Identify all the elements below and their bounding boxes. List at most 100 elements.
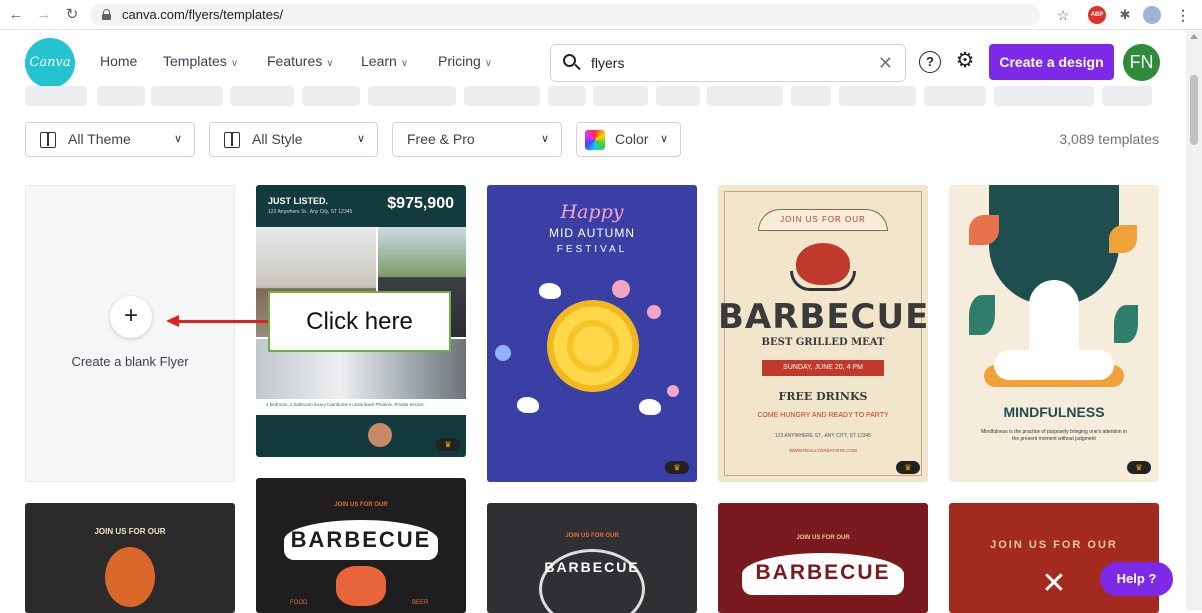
reload-icon[interactable]: ↻ bbox=[62, 5, 82, 25]
category-chip[interactable] bbox=[151, 86, 223, 106]
template-card-mindfulness[interactable]: MINDFULNESS Mindfulness is the practice … bbox=[949, 185, 1159, 482]
search-value[interactable]: flyers bbox=[591, 55, 624, 71]
profile-avatar-icon[interactable] bbox=[1143, 6, 1161, 24]
card-title: MINDFULNESS bbox=[1003, 404, 1105, 420]
theme-filter[interactable]: All Theme ∨ bbox=[25, 122, 195, 157]
rabbit-illustration bbox=[639, 399, 661, 415]
category-chip[interactable] bbox=[230, 86, 294, 106]
lock-icon bbox=[102, 9, 111, 20]
template-card-mid-autumn[interactable]: Happy MID AUTUMN FESTIVAL ♛ bbox=[487, 185, 697, 482]
rabbit-illustration bbox=[539, 283, 561, 299]
flower-decoration bbox=[667, 385, 679, 397]
clear-icon[interactable]: ✕ bbox=[878, 53, 893, 74]
chevron-down-icon: ∨ bbox=[400, 58, 409, 69]
canva-logo[interactable]: Canva bbox=[25, 38, 75, 88]
search-icon bbox=[563, 54, 581, 72]
browser-toolbar: ← → ↻ canva.com/flyers/templates/ ☆ ABP … bbox=[0, 0, 1202, 30]
crown-icon: ♛ bbox=[896, 461, 920, 474]
scroll-thumb[interactable] bbox=[1190, 75, 1198, 145]
leaf-decoration bbox=[969, 215, 999, 245]
flower-decoration bbox=[647, 305, 661, 319]
category-chip[interactable] bbox=[707, 86, 783, 106]
url-text[interactable]: canva.com/flyers/templates/ bbox=[122, 7, 283, 22]
category-chip[interactable] bbox=[25, 86, 87, 106]
card-address: 123 ANYWHERE ST., ANY CITY, ST 12345 bbox=[774, 433, 872, 439]
template-card-barbecue[interactable]: JOIN US FOR OUR BARBECUE BEST GRILLED ME… bbox=[718, 185, 928, 482]
template-card-bbq-dark[interactable]: JOIN US FOR OUR bbox=[25, 503, 235, 613]
flower-decoration bbox=[612, 280, 630, 298]
chevron-down-icon: ∨ bbox=[326, 58, 334, 69]
category-chip[interactable] bbox=[1102, 86, 1152, 106]
help-circle-icon[interactable]: ? bbox=[919, 51, 941, 73]
crown-icon: ♛ bbox=[436, 438, 460, 451]
crown-icon: ♛ bbox=[1127, 461, 1151, 474]
star-icon[interactable]: ☆ bbox=[1054, 6, 1072, 24]
card-title: BARBECUE bbox=[290, 527, 432, 552]
category-chip[interactable] bbox=[464, 86, 540, 106]
avatar[interactable]: FN bbox=[1123, 44, 1160, 81]
category-chips bbox=[25, 86, 1165, 106]
search-input[interactable]: flyers ✕ bbox=[550, 44, 906, 82]
plus-icon[interactable]: + bbox=[110, 296, 152, 338]
scrollbar[interactable] bbox=[1186, 31, 1202, 610]
create-blank-flyer-card[interactable]: + Create a blank Flyer bbox=[25, 185, 235, 482]
color-filter[interactable]: Color ∨ bbox=[576, 122, 681, 157]
card-banner: JOIN US FOR OUR bbox=[990, 539, 1118, 551]
card-address: 123 Anywhere St., Any City, ST 12345 bbox=[268, 209, 353, 215]
annotation-arrow bbox=[178, 320, 268, 323]
card-header-band: JUST LISTED. 123 Anywhere St., Any City,… bbox=[256, 185, 466, 227]
category-chip[interactable] bbox=[97, 86, 145, 106]
card-website: WWW.REALLYGREATSITE.COM bbox=[789, 448, 857, 453]
category-chip[interactable] bbox=[548, 86, 586, 106]
adblock-icon[interactable]: ABP bbox=[1088, 6, 1106, 24]
kebab-menu-icon[interactable]: ⋮ bbox=[1174, 6, 1192, 24]
scroll-up-arrow-icon[interactable] bbox=[1190, 34, 1198, 39]
chevron-down-icon: ∨ bbox=[230, 58, 239, 69]
grill-bowl-icon bbox=[790, 271, 856, 291]
price-filter[interactable]: Free & Pro ∨ bbox=[392, 122, 562, 157]
template-card-bbq-maroon[interactable]: JOIN US FOR OUR BARBECUE bbox=[718, 503, 928, 613]
card-heading: JUST LISTED. bbox=[268, 196, 329, 206]
nav-features[interactable]: Features ∨ bbox=[267, 53, 334, 69]
chevron-down-icon: ∨ bbox=[659, 133, 668, 145]
card-title: BARBECUE bbox=[718, 297, 928, 337]
card-subtitle: FESTIVAL bbox=[556, 244, 628, 255]
category-chip[interactable] bbox=[656, 86, 700, 106]
card-tagline: COME HUNGRY AND READY TO PARTY bbox=[757, 412, 889, 419]
card-beer-label: BEER bbox=[412, 600, 429, 606]
leaf-decoration bbox=[1109, 225, 1137, 253]
template-card-bbq-gray[interactable]: JOIN US FOR OUR BARBECUE bbox=[487, 503, 697, 613]
category-chip[interactable] bbox=[924, 86, 986, 106]
card-banner: JOIN US FOR OUR bbox=[94, 527, 166, 536]
address-bar[interactable]: canva.com/flyers/templates/ bbox=[90, 4, 1040, 26]
puzzle-icon[interactable]: ✱ bbox=[1116, 6, 1134, 24]
create-design-button[interactable]: Create a design bbox=[989, 44, 1114, 80]
card-title: MID AUTUMN bbox=[549, 226, 635, 240]
nav-pricing[interactable]: Pricing ∨ bbox=[438, 53, 492, 69]
category-chip[interactable] bbox=[791, 86, 831, 106]
card-food-label: FOOD bbox=[290, 600, 308, 606]
layout-icon bbox=[40, 132, 56, 148]
template-card-bbq-chef[interactable]: JOIN US FOR OUR BARBECUE FOOD BEER bbox=[256, 478, 466, 613]
template-card-bbq-red[interactable]: JOIN US FOR OUR ✕ bbox=[949, 503, 1159, 613]
category-chip[interactable] bbox=[994, 86, 1094, 106]
nav-home[interactable]: Home bbox=[100, 53, 137, 69]
forward-arrow-icon[interactable]: → bbox=[34, 5, 54, 25]
category-chip[interactable] bbox=[302, 86, 360, 106]
annotation-arrow-head bbox=[166, 315, 179, 327]
back-arrow-icon[interactable]: ← bbox=[6, 5, 26, 25]
color-swatch-icon bbox=[585, 130, 605, 150]
help-button[interactable]: Help ? bbox=[1100, 562, 1173, 596]
chevron-down-icon: ∨ bbox=[173, 133, 182, 145]
category-chip[interactable] bbox=[368, 86, 456, 106]
figure-legs bbox=[994, 350, 1114, 380]
card-small-text: JOIN US FOR OUR bbox=[334, 502, 388, 508]
gear-icon[interactable]: ⚙ bbox=[954, 50, 976, 72]
category-chip[interactable] bbox=[593, 86, 648, 106]
nav-learn[interactable]: Learn ∨ bbox=[361, 53, 408, 69]
card-title: BARBECUE bbox=[755, 561, 891, 584]
style-filter[interactable]: All Style ∨ bbox=[209, 122, 378, 157]
category-chip[interactable] bbox=[839, 86, 916, 106]
nav-templates[interactable]: Templates ∨ bbox=[163, 53, 238, 69]
template-count: 3,089 templates bbox=[1059, 131, 1159, 147]
